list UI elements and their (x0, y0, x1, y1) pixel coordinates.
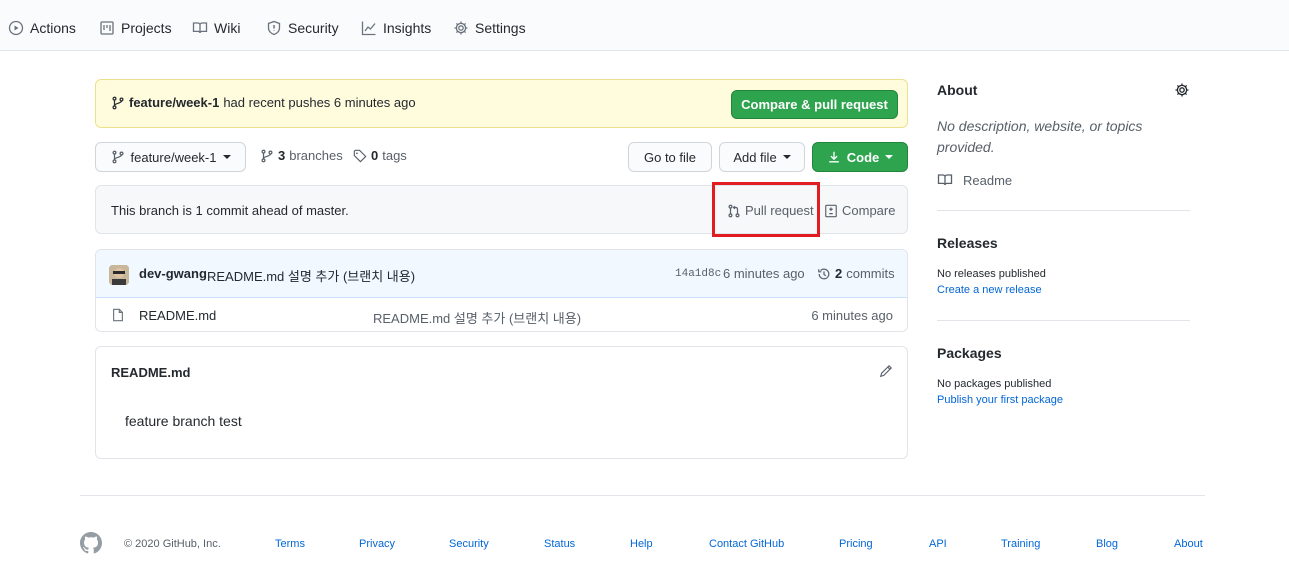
commit-sha[interactable]: 14a1d8c (675, 268, 721, 280)
sidebar-divider (937, 320, 1190, 321)
readme-link-label: Readme (963, 172, 1013, 188)
compare-link[interactable]: Compare (824, 203, 895, 218)
commits-count: 2 (835, 266, 843, 281)
branch-icon (111, 150, 124, 164)
releases-empty: No releases published (937, 268, 1046, 280)
recent-push-banner: feature/week-1 had recent pushes 6 minut… (95, 79, 908, 128)
about-heading: About (937, 82, 978, 98)
repo-nav: Actions Projects Wiki Security Insights … (0, 0, 1289, 51)
tag-icon (353, 149, 367, 162)
ahead-message: This branch is 1 commit ahead of master. (111, 203, 349, 218)
packages-empty: No packages published (937, 378, 1052, 390)
book-icon (192, 22, 208, 34)
download-icon (828, 151, 839, 163)
readme-content: feature branch test (125, 413, 242, 429)
pencil-icon[interactable] (879, 364, 893, 378)
banner-branch[interactable]: feature/week-1 (129, 95, 219, 110)
footer-link-contact[interactable]: Contact GitHub (709, 538, 784, 550)
file-icon (113, 308, 123, 322)
chevron-down-icon (222, 155, 231, 159)
copyright: © 2020 GitHub, Inc. (124, 538, 221, 550)
code-label: Code (846, 149, 880, 165)
footer-link-terms[interactable]: Terms (275, 538, 305, 550)
play-circle-icon (8, 20, 24, 36)
tab-wiki[interactable]: Wiki (192, 18, 240, 38)
releases-heading[interactable]: Releases (937, 235, 998, 251)
commit-author[interactable]: dev-gwang (139, 266, 207, 281)
graph-icon (361, 21, 376, 36)
create-release-link[interactable]: Create a new release (937, 284, 1042, 296)
readme-box: README.md feature branch test (95, 346, 908, 459)
footer-link-security[interactable]: Security (449, 538, 489, 550)
github-logo-icon[interactable] (80, 532, 102, 554)
tab-projects[interactable]: Projects (99, 18, 172, 38)
tab-label: Actions (30, 20, 76, 36)
code-button[interactable]: Code (812, 142, 908, 172)
branch-icon (261, 149, 273, 162)
add-file-button[interactable]: Add file (719, 142, 805, 172)
tab-label: Security (288, 20, 339, 36)
branches-link[interactable]: 3 branches (260, 148, 343, 163)
tab-settings[interactable]: Settings (453, 18, 526, 38)
compare-pull-request-button[interactable]: Compare & pull request (731, 90, 898, 119)
go-to-file-label: Go to file (643, 149, 697, 165)
footer-link-api[interactable]: API (929, 538, 947, 550)
commit-time: 6 minutes ago (723, 266, 805, 281)
packages-heading[interactable]: Packages (937, 345, 1002, 361)
gear-icon (454, 21, 468, 35)
history-icon (818, 268, 830, 279)
go-to-file-button[interactable]: Go to file (628, 142, 712, 172)
tab-label: Insights (383, 20, 432, 36)
commit-message[interactable]: README.md 설명 추가 (브랜치 내용) (207, 266, 415, 285)
add-file-label: Add file (733, 149, 777, 165)
readme-title[interactable]: README.md (111, 365, 190, 380)
banner-text: feature/week-1 had recent pushes 6 minut… (111, 95, 416, 110)
branches-label: branches (289, 148, 343, 163)
gear-icon[interactable] (1174, 82, 1190, 98)
footer-link-help[interactable]: Help (630, 538, 653, 550)
about-description: No description, website, or topics provi… (937, 118, 1143, 155)
footer-link-status[interactable]: Status (544, 538, 575, 550)
file-time: 6 minutes ago (811, 308, 893, 323)
readme-link[interactable]: Readme (937, 172, 1012, 188)
footer-link-training[interactable]: Training (1001, 538, 1040, 550)
footer-divider (80, 495, 1205, 496)
tab-insights[interactable]: Insights (361, 18, 431, 38)
publish-package-link[interactable]: Publish your first package (937, 394, 1063, 406)
chevron-down-icon (885, 155, 894, 159)
tab-label: Settings (475, 20, 526, 36)
project-icon (100, 21, 114, 35)
tab-security[interactable]: Security (266, 18, 339, 38)
chevron-down-icon (782, 155, 791, 159)
branch-icon (112, 96, 124, 109)
book-icon (937, 174, 953, 186)
tab-label: Wiki (214, 20, 241, 36)
diff-icon (825, 204, 837, 217)
branch-select-button[interactable]: feature/week-1 (95, 142, 246, 172)
tags-link[interactable]: 0 tags (353, 148, 407, 163)
footer-link-blog[interactable]: Blog (1096, 538, 1118, 550)
commits-link[interactable]: 2 commits (817, 266, 895, 281)
branches-count: 3 (278, 148, 286, 163)
tab-label: Projects (121, 20, 172, 36)
sidebar-divider (937, 210, 1190, 211)
tab-actions[interactable]: Actions (8, 18, 76, 38)
shield-icon (267, 20, 281, 36)
file-browser: dev-gwang README.md 설명 추가 (브랜치 내용) 14a1d… (95, 249, 908, 332)
pull-request-highlight-box (712, 182, 820, 237)
table-row[interactable]: README.md README.md 설명 추가 (브랜치 내용) 6 min… (96, 298, 907, 331)
commits-label: commits (846, 266, 895, 281)
tags-label: tags (382, 148, 407, 163)
latest-commit-row: dev-gwang README.md 설명 추가 (브랜치 내용) 14a1d… (96, 250, 907, 298)
footer-link-about[interactable]: About (1174, 538, 1203, 550)
file-commit-message[interactable]: README.md 설명 추가 (브랜치 내용) (373, 308, 581, 327)
avatar[interactable] (109, 265, 129, 285)
branch-name: feature/week-1 (130, 149, 217, 165)
tags-count: 0 (371, 148, 379, 163)
footer-link-privacy[interactable]: Privacy (359, 538, 395, 550)
banner-message: had recent pushes 6 minutes ago (223, 95, 416, 110)
footer-link-pricing[interactable]: Pricing (839, 538, 873, 550)
file-name[interactable]: README.md (139, 308, 216, 323)
compare-label: Compare (842, 203, 896, 218)
